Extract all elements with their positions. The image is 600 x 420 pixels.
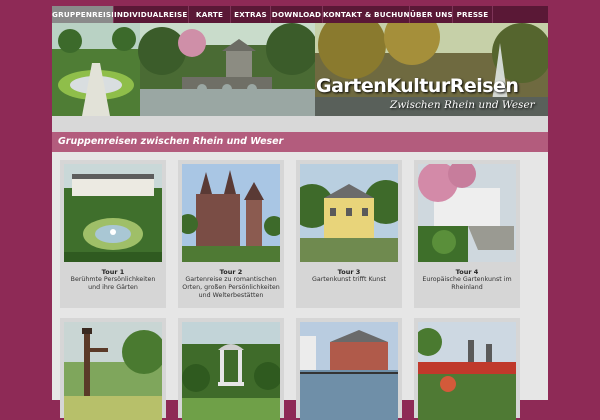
- tour-card-1[interactable]: Tour 1 Berühmte Persönlichkeiten und ihr…: [60, 160, 166, 308]
- nav-item-ueber-uns[interactable]: ÜBER UNS: [410, 6, 453, 23]
- header-banner: GartenKulturReisen Zwischen Rhein und We…: [52, 23, 548, 116]
- page-container: GRUPPENREISEN INDIVIDUALREISEN KARTE EXT…: [52, 6, 548, 420]
- tour-7-image[interactable]: [300, 322, 398, 420]
- tour-2-title: Tour 2: [219, 268, 243, 276]
- tour-5-image[interactable]: [64, 322, 162, 420]
- tour-1-image[interactable]: [64, 164, 162, 262]
- tour-card-7[interactable]: [296, 318, 402, 420]
- site-tagline: Zwischen Rhein und Weser: [390, 99, 535, 111]
- tour-6-image[interactable]: [182, 322, 280, 420]
- nav-item-individualreisen[interactable]: INDIVIDUALREISEN: [114, 6, 189, 23]
- nav-item-karte[interactable]: KARTE: [189, 6, 231, 23]
- tour-2-description: Gartenreise zu romantischen Orten, große…: [182, 276, 280, 299]
- tour-card-3[interactable]: Tour 3 Gartenkunst trifft Kunst: [296, 160, 402, 308]
- tour-1-description: Berühmte Persönlichkeiten und ihre Gärte…: [70, 276, 156, 291]
- tour-3-image[interactable]: [300, 164, 398, 262]
- tour-1-title: Tour 1: [101, 268, 125, 276]
- main-navigation: GRUPPENREISEN INDIVIDUALREISEN KARTE EXT…: [52, 6, 548, 23]
- tour-card-5[interactable]: [60, 318, 166, 420]
- tour-card-2[interactable]: Tour 2 Gartenreise zu romantischen Orten…: [178, 160, 284, 308]
- nav-item-download[interactable]: DOWNLOAD: [271, 6, 323, 23]
- tour-2-image[interactable]: [182, 164, 280, 262]
- site-logo[interactable]: GartenKulturReisen: [316, 75, 519, 97]
- tour-8-image[interactable]: [418, 322, 516, 420]
- tour-card-4[interactable]: Tour 4 Europäische Gartenkunst im Rheinl…: [414, 160, 520, 308]
- tour-grid: Tour 1 Berühmte Persönlichkeiten und ihr…: [52, 152, 548, 420]
- tour-3-title: Tour 3: [337, 268, 361, 276]
- nav-item-presse[interactable]: PRESSE: [453, 6, 493, 23]
- nav-item-extras[interactable]: EXTRAS: [231, 6, 271, 23]
- section-title: Gruppenreisen zwischen Rhein und Weser: [52, 132, 548, 152]
- nav-item-kontakt[interactable]: KONTAKT & BUCHUNG: [323, 6, 410, 23]
- nav-item-gruppenreisen[interactable]: GRUPPENREISEN: [52, 6, 114, 23]
- tour-3-description: Gartenkunst trifft Kunst: [311, 276, 386, 283]
- tour-card-6[interactable]: [178, 318, 284, 420]
- tour-4-image[interactable]: [418, 164, 516, 262]
- tour-4-description: Europäische Gartenkunst im Rheinland: [422, 276, 512, 291]
- tour-card-8[interactable]: [414, 318, 520, 420]
- tour-4-title: Tour 4: [455, 268, 479, 276]
